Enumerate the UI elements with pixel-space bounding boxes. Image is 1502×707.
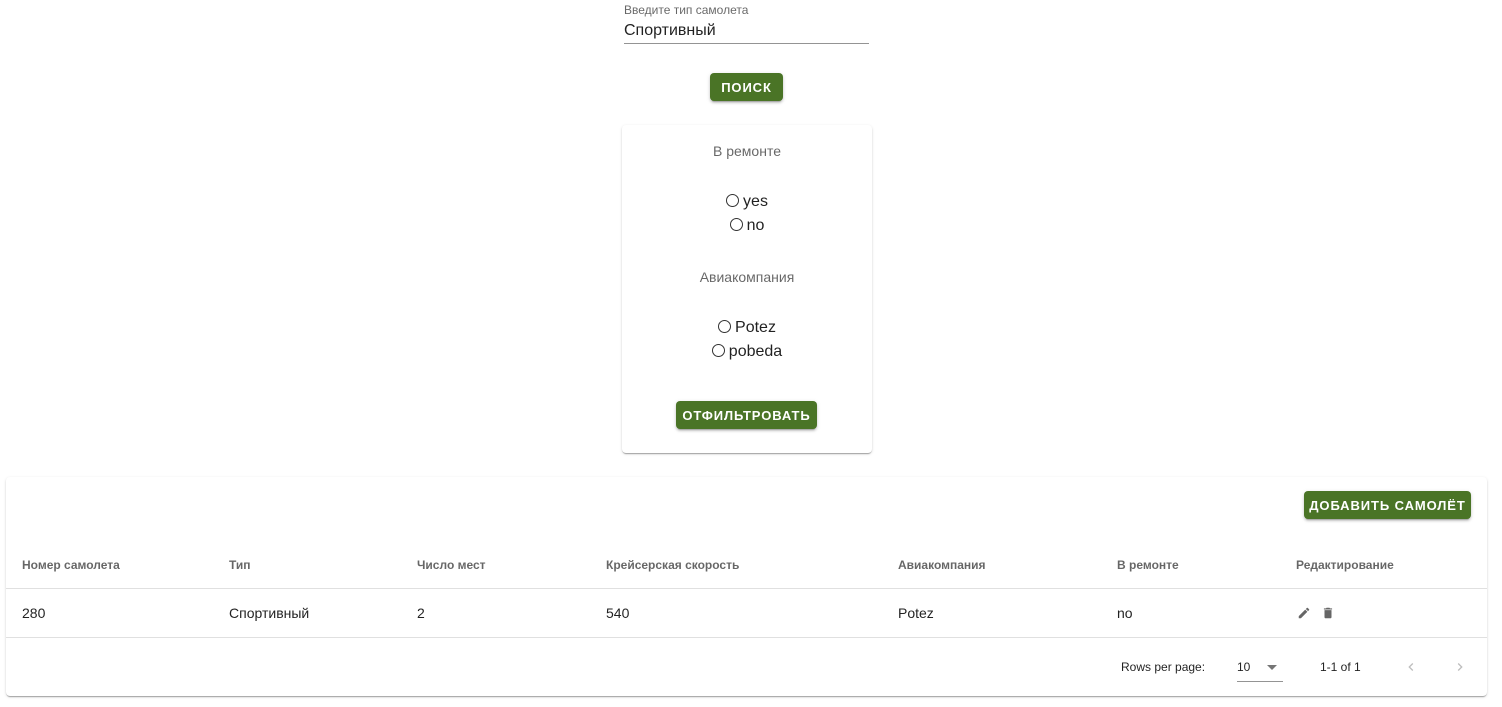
cell-seats: 2 (417, 605, 425, 621)
rows-per-page-select[interactable]: 10 (1237, 653, 1283, 682)
cell-type: Спортивный (229, 605, 310, 621)
repair-filter-heading: В ремонте (713, 143, 781, 159)
page-range-info: 1-1 of 1 (1320, 660, 1361, 674)
radio-button[interactable] (729, 217, 743, 231)
aircraft-type-input[interactable] (624, 20, 869, 42)
column-header-editing: Редактирование (1296, 558, 1394, 572)
next-page-button[interactable] (1450, 657, 1470, 677)
pencil-icon[interactable] (1296, 605, 1312, 621)
radio-button[interactable] (711, 343, 725, 357)
airline-filter-heading: Авиакомпания (699, 269, 795, 285)
repair-option-yes[interactable]: yes (622, 192, 872, 212)
table-header-row: Номер самолета Тип Число мест Крейсерска… (6, 542, 1487, 589)
airline-option-potez[interactable]: Potez (622, 318, 872, 338)
radio-label: no (746, 217, 765, 234)
column-header-in-repair[interactable]: В ремонте (1117, 558, 1179, 572)
radio-label: yes (743, 193, 768, 210)
previous-page-button[interactable] (1401, 657, 1421, 677)
column-header-type[interactable]: Тип (229, 558, 251, 572)
trash-icon[interactable] (1320, 605, 1336, 621)
filter-button[interactable]: Отфильтровать (676, 401, 817, 429)
column-header-aircraft-number[interactable]: Номер самолета (22, 558, 120, 572)
cell-in-repair: no (1117, 605, 1133, 621)
search-button[interactable]: Поиск (710, 73, 783, 101)
radio-button[interactable] (718, 319, 732, 333)
radio-label: Potez (735, 319, 776, 336)
cell-aircraft-number: 280 (22, 605, 46, 621)
rows-per-page-value: 10 (1237, 660, 1251, 674)
aircraft-type-search-field[interactable]: Введите тип самолета (624, 3, 869, 44)
aircraft-table-card: Номер самолета Тип Число мест Крейсерска… (6, 477, 1487, 696)
column-header-seats[interactable]: Число мест (417, 558, 486, 572)
radio-label: pobeda (728, 343, 783, 360)
row-actions (1296, 605, 1336, 621)
rows-per-page-label: Rows per page: (1121, 660, 1206, 674)
cell-airline: Potez (898, 605, 934, 621)
chevron-down-icon (1267, 665, 1277, 670)
chevron-left-icon (1408, 663, 1414, 671)
repair-option-no[interactable]: no (622, 216, 872, 236)
airline-option-pobeda[interactable]: pobeda (622, 342, 872, 362)
add-aircraft-button[interactable]: Добавить самолёт (1304, 491, 1471, 519)
radio-button[interactable] (726, 193, 740, 207)
table-row: 280 Спортивный 2 540 Potez no (6, 589, 1487, 638)
cell-cruise-speed: 540 (606, 605, 630, 621)
chevron-right-icon (1457, 663, 1463, 671)
column-header-airline[interactable]: Авиакомпания (898, 558, 986, 572)
table-pagination-footer: Rows per page: 10 1-1 of 1 (6, 639, 1487, 696)
search-field-label: Введите тип самолета (624, 3, 749, 17)
column-header-cruise-speed[interactable]: Крейсерская скорость (606, 558, 739, 572)
